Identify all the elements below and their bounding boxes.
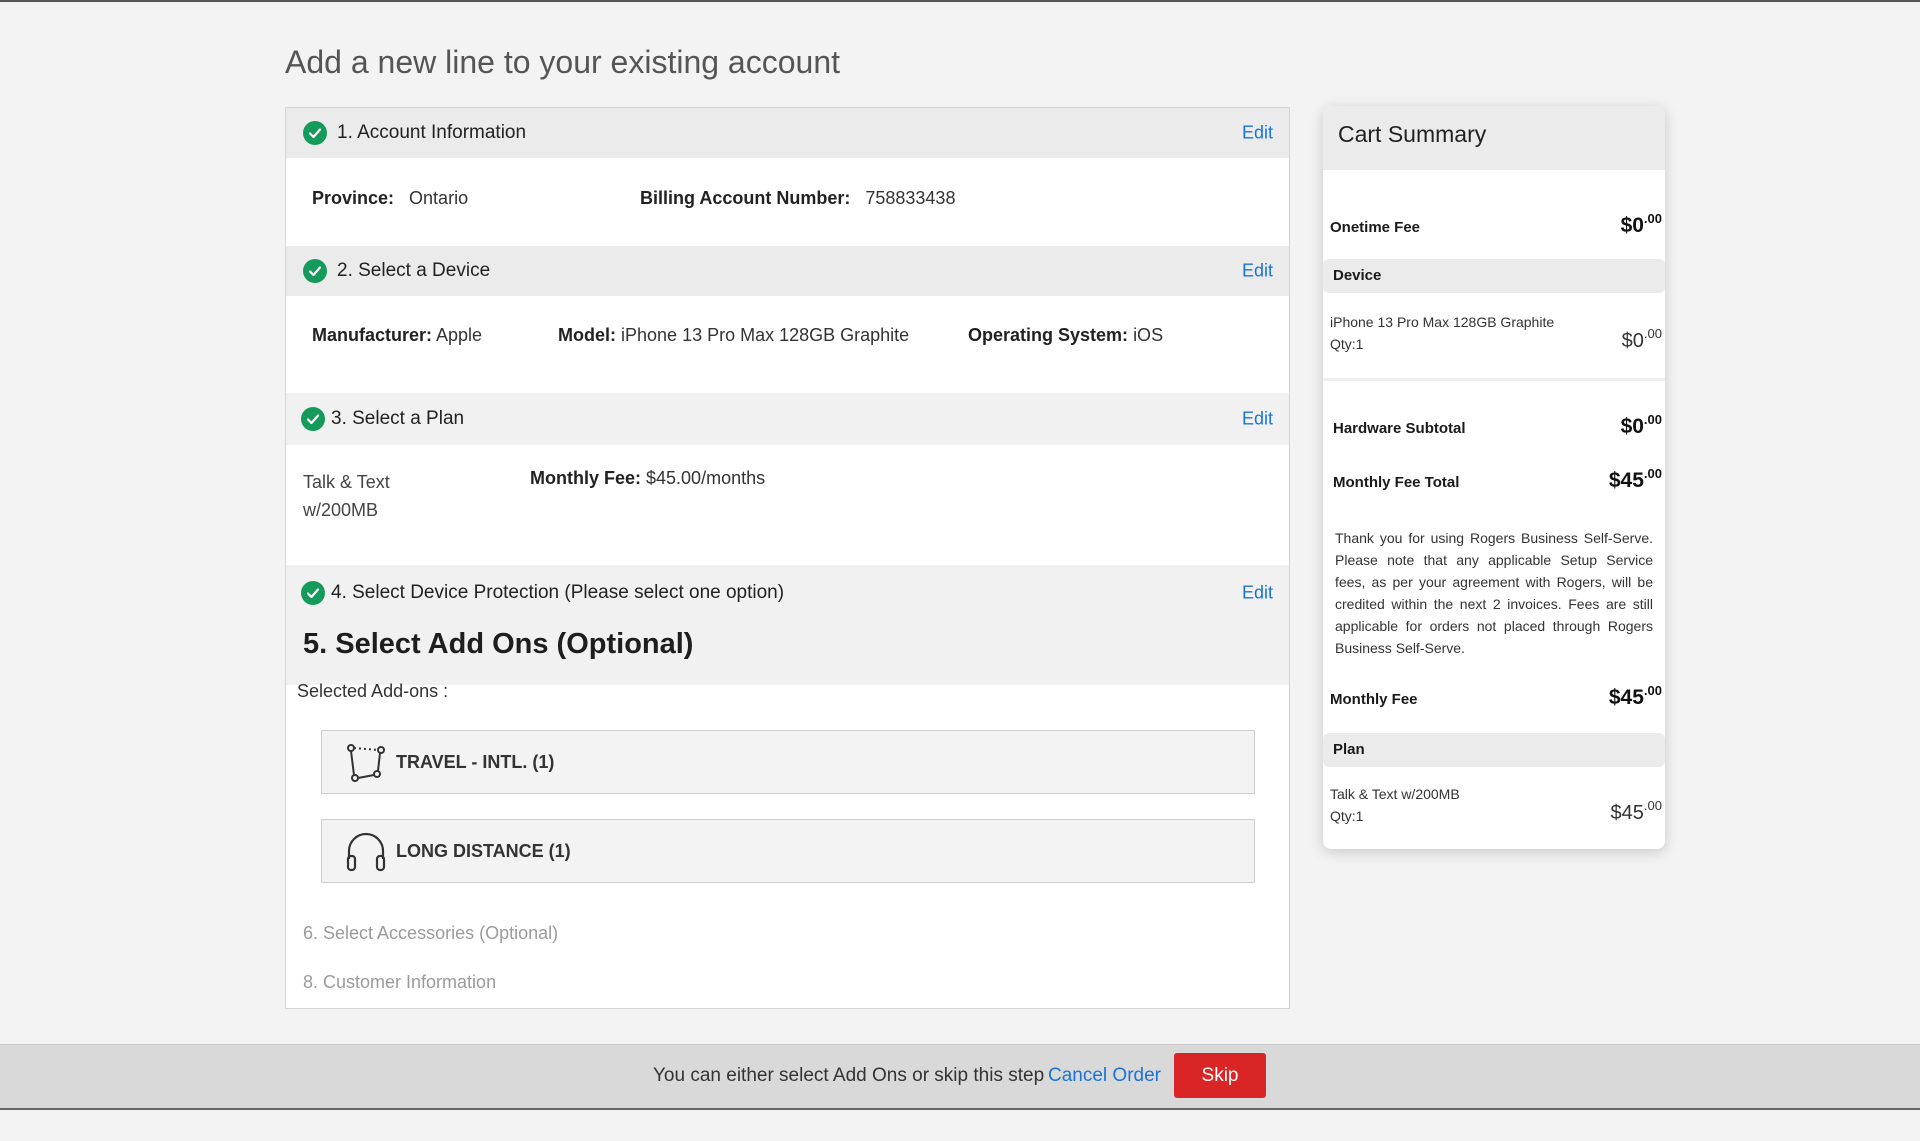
check-icon xyxy=(301,407,325,431)
onetime-fee-label: Onetime Fee xyxy=(1330,219,1421,236)
hardware-subtotal-label: Hardware Subtotal xyxy=(1333,420,1466,437)
headphones-icon xyxy=(346,832,386,872)
cart-notice: Thank you for using Rogers Business Self… xyxy=(1335,530,1653,656)
step-plan-title: 3. Select a Plan xyxy=(331,408,465,429)
step-account-header: 1. Account Information Edit xyxy=(286,108,1289,158)
addon-long-distance[interactable]: LONG DISTANCE (1) xyxy=(321,819,1255,883)
addon-long-distance-label: LONG DISTANCE (1) xyxy=(396,840,571,861)
top-border xyxy=(0,0,1920,2)
manufacturer-value: Apple xyxy=(436,325,483,345)
os-label: Operating System: xyxy=(968,325,1129,345)
skip-button[interactable]: Skip xyxy=(1174,1053,1266,1098)
addon-travel-intl-label: TRAVEL - INTL. (1) xyxy=(396,751,555,772)
step-device-header: 2. Select a Device Edit xyxy=(286,246,1289,296)
bottom-action-bar: You can either select Add Ons or skip th… xyxy=(0,1044,1920,1110)
province-label: Province: xyxy=(312,188,395,208)
province-value: Ontario xyxy=(409,188,469,208)
cart-device-name: iPhone 13 Pro Max 128GB Graphite xyxy=(1330,314,1555,330)
check-icon xyxy=(303,121,327,145)
check-icon xyxy=(303,259,327,283)
step-customer-title: 8. Customer Information xyxy=(303,972,497,992)
cart-title: Cart Summary xyxy=(1338,121,1487,147)
plan-fee-value: $45.00/months xyxy=(646,468,766,488)
model-label: Model: xyxy=(558,325,616,345)
step-account-title: 1. Account Information xyxy=(337,122,527,143)
cart-plan-qty: Qty:1 xyxy=(1330,808,1364,824)
cart-plan-name: Talk & Text w/200MB xyxy=(1330,786,1460,802)
step-device-title: 2. Select a Device xyxy=(337,260,491,281)
plan-name: Talk & Text w/200MB xyxy=(303,472,390,520)
cart-summary: Cart Summary Onetime Fee $0.00 Device iP… xyxy=(1323,106,1665,849)
check-icon xyxy=(301,581,325,605)
order-steps-panel: 1. Account Information Edit Province: On… xyxy=(285,107,1290,1009)
cancel-order-link[interactable]: Cancel Order xyxy=(1048,1065,1161,1087)
step-protection-title: 4. Select Device Protection (Please sele… xyxy=(331,582,785,603)
hardware-subtotal-price: $0.00 xyxy=(1620,412,1662,438)
step-accessories-title: 6. Select Accessories (Optional) xyxy=(303,923,559,943)
edit-account-link[interactable]: Edit xyxy=(1242,123,1273,144)
os-row: Operating System: iOS xyxy=(968,325,1163,346)
billing-account-value: 758833438 xyxy=(865,188,956,208)
onetime-fee-price: $0.00 xyxy=(1620,211,1662,237)
monthly-fee-total-price: $45.00 xyxy=(1608,466,1662,492)
plan-fee-label: Monthly Fee: xyxy=(530,468,641,488)
manufacturer-label: Manufacturer: xyxy=(312,325,433,345)
selected-addons-label: Selected Add-ons : xyxy=(297,681,449,701)
step-plan-header: 3. Select a Plan Edit xyxy=(286,393,1289,445)
monthly-fee-price: $45.00 xyxy=(1608,683,1662,709)
step-protection-header: 4. Select Device Protection (Please sele… xyxy=(286,565,1289,621)
cart-header: Cart Summary xyxy=(1323,106,1665,170)
edit-device-link[interactable]: Edit xyxy=(1242,261,1273,282)
edit-plan-link[interactable]: Edit xyxy=(1242,409,1273,430)
manufacturer-row: Manufacturer: Apple xyxy=(312,325,482,346)
cart-plan-price: $45.00 xyxy=(1610,798,1662,824)
monthly-fee-label: Monthly Fee xyxy=(1330,691,1418,708)
billing-account-label: Billing Account Number: xyxy=(640,188,851,208)
cart-divider xyxy=(1323,378,1665,381)
model-value: iPhone 13 Pro Max 128GB Graphite xyxy=(621,325,910,345)
billing-account-row: Billing Account Number: 758833438 xyxy=(640,188,955,209)
step-addons-title: 5. Select Add Ons (Optional) xyxy=(303,628,694,660)
cart-device-item: iPhone 13 Pro Max 128GB Graphite Qty:1 xyxy=(1330,311,1554,355)
province-row: Province: Ontario xyxy=(312,188,468,209)
edit-protection-link[interactable]: Edit xyxy=(1242,583,1273,604)
cart-device-price: $0.00 xyxy=(1621,326,1662,352)
bottom-bar-message: You can either select Add Ons or skip th… xyxy=(653,1065,1045,1086)
cart-device-band: Device xyxy=(1323,259,1665,293)
page-title: Add a new line to your existing account xyxy=(285,44,840,80)
cart-plan-item: Talk & Text w/200MB Qty:1 xyxy=(1330,783,1460,827)
monthly-fee-total-label: Monthly Fee Total xyxy=(1333,474,1460,491)
addon-travel-intl[interactable]: TRAVEL - INTL. (1) xyxy=(321,730,1255,794)
cart-plan-band: Plan xyxy=(1323,733,1665,767)
plan-fee-row: Monthly Fee: $45.00/months xyxy=(530,468,765,489)
model-row: Model: iPhone 13 Pro Max 128GB Graphite xyxy=(558,325,909,346)
cart-device-qty: Qty:1 xyxy=(1330,336,1364,352)
os-value: iOS xyxy=(1133,325,1164,345)
travel-route-icon xyxy=(347,744,385,782)
